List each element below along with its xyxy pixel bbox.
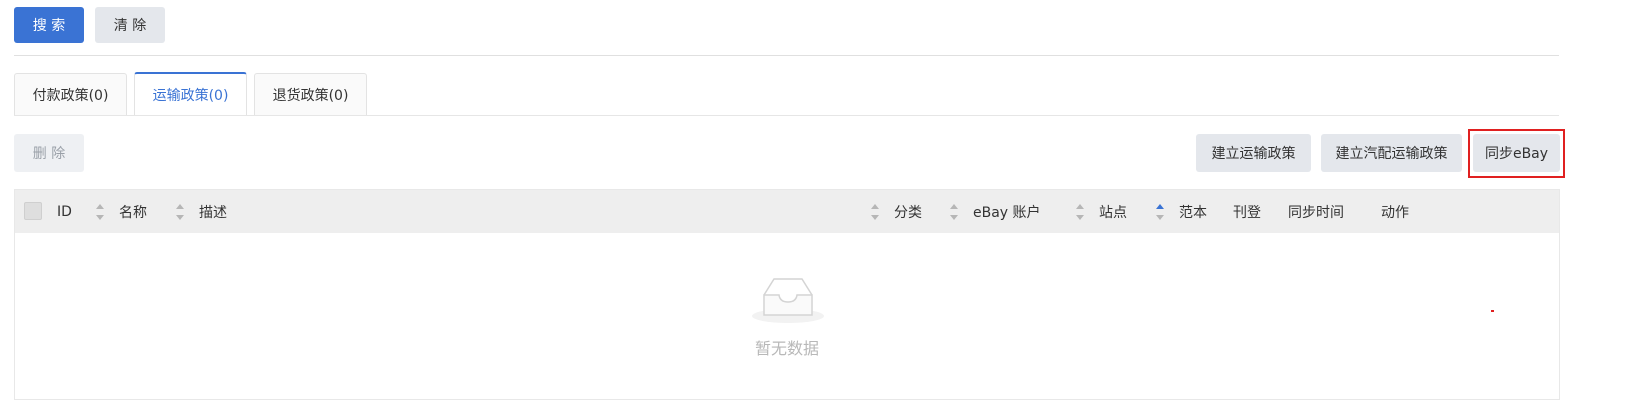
table-header: ID 名称 描述 分类 eBay 账户 站点 范本 刊登 同步时间 动作 [15,190,1559,233]
column-sync-time: 同步时间 [1288,204,1344,221]
empty-state: 暂无数据 [15,233,1559,399]
empty-text: 暂无数据 [754,339,819,358]
sort-description-icon[interactable] [175,203,185,221]
tab-divider [14,115,1559,116]
highlight-box [1468,129,1565,178]
empty-inbox-icon [750,275,826,329]
column-id: ID [57,203,72,220]
sort-name-icon[interactable] [95,203,105,221]
sort-template-icon[interactable] [1155,203,1165,221]
column-template: 范本 [1179,204,1207,221]
sort-ebay-account-icon[interactable] [949,203,959,221]
column-description: 描述 [199,204,227,221]
column-ebay-account: eBay 账户 [973,204,1041,221]
delete-button[interactable]: 删 除 [14,134,84,172]
search-button[interactable]: 搜 索 [14,7,84,43]
column-category: 分类 [894,204,922,221]
column-action: 动作 [1381,204,1409,221]
sort-category-icon[interactable] [870,203,880,221]
column-name: 名称 [119,204,147,221]
column-site: 站点 [1099,204,1127,221]
divider [14,55,1559,56]
tab-return-policy[interactable]: 退货政策(0) [254,73,367,116]
tab-shipping-policy[interactable]: 运输政策(0) [134,72,247,116]
create-motor-shipping-policy-button[interactable]: 建立汽配运输政策 [1321,134,1462,172]
sort-site-icon[interactable] [1075,203,1085,221]
create-shipping-policy-button[interactable]: 建立运输政策 [1196,134,1311,172]
clear-button[interactable]: 清 除 [95,7,165,43]
red-marker [1491,310,1494,312]
policy-table: ID 名称 描述 分类 eBay 账户 站点 范本 刊登 同步时间 动作 暂无数… [14,189,1560,400]
tab-payment-policy[interactable]: 付款政策(0) [14,73,127,116]
select-all-checkbox[interactable] [24,202,42,220]
column-listing: 刊登 [1233,204,1261,221]
